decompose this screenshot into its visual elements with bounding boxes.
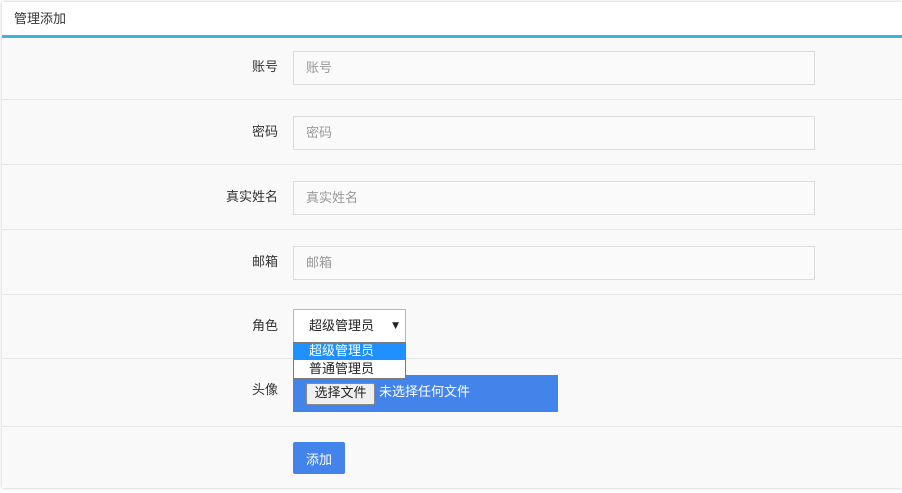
- triangle-down-icon: ▼: [392, 321, 399, 331]
- realname-input[interactable]: [293, 181, 815, 215]
- role-select-value: 超级管理员: [309, 319, 375, 334]
- role-option-super-admin[interactable]: 超级管理员: [294, 343, 405, 360]
- panel-title: 管理添加: [14, 12, 67, 27]
- form-row-account: 账号: [2, 38, 902, 100]
- role-dropdown: 超级管理员 普通管理员: [293, 342, 406, 379]
- email-input[interactable]: [293, 246, 815, 280]
- form-row-realname: 真实姓名: [2, 165, 902, 230]
- avatar-label: 头像: [251, 383, 278, 398]
- role-select[interactable]: 超级管理员 ▼: [293, 309, 406, 343]
- choose-file-button[interactable]: 选择文件: [306, 383, 375, 405]
- panel-header: 管理添加: [2, 2, 902, 38]
- form-row-avatar: 头像 选择文件 未选择任何文件: [2, 359, 902, 427]
- form-row-email: 邮箱: [2, 230, 902, 295]
- account-label: 账号: [251, 60, 278, 75]
- admin-add-panel: 管理添加 账号 密码 真实姓名 邮箱 角色 超级管理员 ▼: [2, 2, 902, 488]
- form-row-password: 密码: [2, 100, 902, 165]
- file-status-text: 未选择任何文件: [379, 385, 471, 400]
- form-row-submit: 添加: [2, 427, 902, 488]
- password-input[interactable]: [293, 116, 815, 150]
- form-row-role: 角色 超级管理员 ▼ 超级管理员 普通管理员: [2, 295, 902, 379]
- avatar-file-picker: 选择文件 未选择任何文件: [293, 375, 558, 412]
- account-input[interactable]: [293, 51, 815, 85]
- email-label: 邮箱: [251, 255, 278, 270]
- password-label: 密码: [251, 125, 278, 140]
- role-option-normal-admin[interactable]: 普通管理员: [294, 361, 405, 378]
- role-label: 角色: [251, 319, 278, 334]
- add-button[interactable]: 添加: [293, 442, 345, 474]
- realname-label: 真实姓名: [225, 190, 278, 205]
